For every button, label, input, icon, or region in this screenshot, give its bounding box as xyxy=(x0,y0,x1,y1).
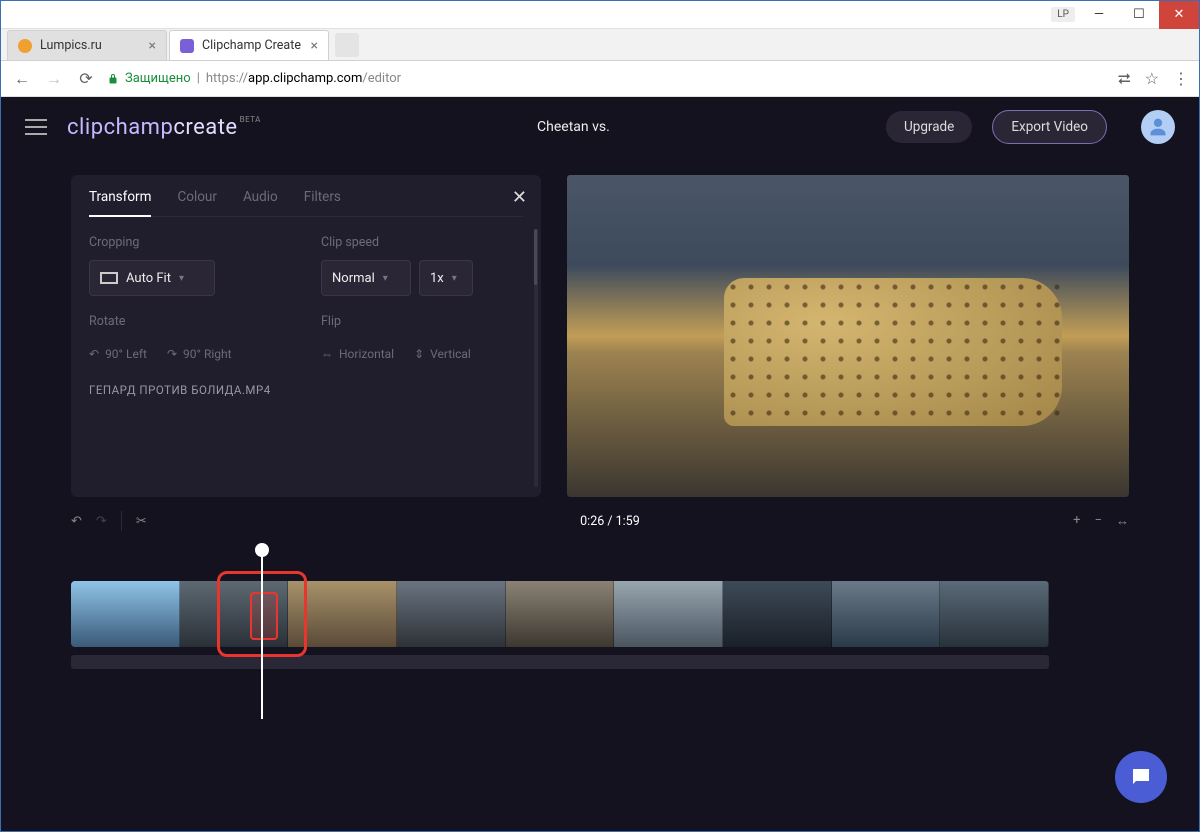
flip-horizontal-button[interactable]: ⇔ Horizontal xyxy=(321,347,394,361)
panel-tabs: Transform Colour Audio Filters xyxy=(89,189,523,217)
clip-filename: ГЕПАРД ПРОТИВ БОЛИДА.MP4 xyxy=(89,383,523,397)
back-button[interactable]: ← xyxy=(11,68,33,90)
favicon-icon xyxy=(18,39,32,53)
app-logo[interactable]: clipchampcreateBETA xyxy=(67,115,261,140)
tab-close-icon[interactable]: × xyxy=(149,38,156,54)
timeline-thumbnail[interactable] xyxy=(832,581,941,647)
timeline-thumbnail[interactable] xyxy=(397,581,506,647)
cropping-select[interactable]: Auto Fit ▾ xyxy=(89,260,215,296)
split-button[interactable]: ✂ xyxy=(136,514,147,529)
timeline-toolbar: ↶ ↷ ✂ 0:26 / 1:59 + − ↔ xyxy=(71,501,1129,541)
browser-tabbar: Lumpics.ru × Clipchamp Create × xyxy=(1,29,1199,61)
menu-icon[interactable]: ⋮ xyxy=(1173,69,1189,88)
clipspeed-select[interactable]: Normal ▾ xyxy=(321,260,411,296)
export-video-button[interactable]: Export Video xyxy=(992,110,1107,144)
timeline[interactable] xyxy=(71,561,1129,701)
translate-icon[interactable]: ⮂ xyxy=(1118,69,1131,89)
window-close-button[interactable]: ✕ xyxy=(1159,1,1199,29)
timeline-thumbnail[interactable] xyxy=(723,581,832,647)
track-lane[interactable] xyxy=(71,655,1049,669)
forward-button[interactable]: → xyxy=(43,68,65,90)
project-title[interactable]: Cheetan vs. xyxy=(537,119,610,135)
tab-filters[interactable]: Filters xyxy=(304,189,341,206)
url-field[interactable]: Защищено | https://app.clipchamp.com/edi… xyxy=(107,71,1108,86)
zoom-fit-button[interactable]: ↔ xyxy=(1116,513,1129,529)
timeline-thumbnail[interactable] xyxy=(71,581,180,647)
window-titlebar: LP — ☐ ✕ xyxy=(1,1,1199,29)
tab-title: Clipchamp Create xyxy=(202,38,301,53)
redo-button[interactable]: ↷ xyxy=(96,514,107,529)
rotate-left-button[interactable]: ↶ 90° Left xyxy=(89,347,147,361)
timeline-thumbnail[interactable] xyxy=(614,581,723,647)
window-maximize-button[interactable]: ☐ xyxy=(1119,1,1159,29)
browser-tab-active[interactable]: Clipchamp Create × xyxy=(169,30,329,60)
tab-colour[interactable]: Colour xyxy=(177,189,217,206)
url-text: https://app.clipchamp.com/editor xyxy=(206,71,401,86)
timeline-thumbnail[interactable] xyxy=(506,581,615,647)
app-header: clipchampcreateBETA Cheetan vs. Upgrade … xyxy=(1,97,1199,157)
user-avatar[interactable] xyxy=(1141,110,1175,144)
browser-tab[interactable]: Lumpics.ru × xyxy=(7,30,167,60)
clipspeed-label: Clip speed xyxy=(321,235,523,250)
video-preview[interactable] xyxy=(567,175,1129,497)
preview-frame xyxy=(567,175,1129,497)
clipspeed-mult-select[interactable]: 1x ▾ xyxy=(419,260,473,296)
tab-close-icon[interactable]: × xyxy=(311,38,318,54)
flip-label: Flip xyxy=(321,314,523,329)
zoom-in-button[interactable]: + xyxy=(1073,513,1080,529)
tab-transform[interactable]: Transform xyxy=(89,189,151,217)
chat-fab-button[interactable] xyxy=(1115,751,1167,803)
window-minimize-button[interactable]: — xyxy=(1079,1,1119,29)
window-badge: LP xyxy=(1051,7,1075,22)
playhead-knob[interactable] xyxy=(255,543,269,557)
tab-title: Lumpics.ru xyxy=(40,38,102,53)
cropping-label: Cropping xyxy=(89,235,291,250)
tab-audio[interactable]: Audio xyxy=(243,189,278,206)
workspace: ✕ Transform Colour Audio Filters Croppin… xyxy=(1,157,1199,497)
reload-button[interactable]: ⟳ xyxy=(75,68,97,90)
browser-window: LP — ☐ ✕ Lumpics.ru × Clipchamp Create ×… xyxy=(0,0,1200,832)
time-counter: 0:26 / 1:59 xyxy=(580,514,640,529)
timeline-area: ↶ ↷ ✂ 0:26 / 1:59 + − ↔ xyxy=(1,497,1199,701)
clipchamp-app: clipchampcreateBETA Cheetan vs. Upgrade … xyxy=(1,97,1199,831)
close-panel-button[interactable]: ✕ xyxy=(512,187,527,208)
rotate-right-button[interactable]: ↷ 90° Right xyxy=(167,347,232,361)
secure-label: Защищено xyxy=(125,71,191,86)
hamburger-icon[interactable] xyxy=(25,119,47,135)
chevron-down-icon: ▾ xyxy=(452,273,457,284)
chevron-down-icon: ▾ xyxy=(179,273,184,284)
timeline-thumbnail[interactable] xyxy=(940,581,1049,647)
upgrade-button[interactable]: Upgrade xyxy=(886,111,972,143)
lock-icon xyxy=(107,73,119,85)
favicon-icon xyxy=(180,39,194,53)
rotate-label: Rotate xyxy=(89,314,291,329)
autofit-icon xyxy=(100,272,118,284)
playhead[interactable] xyxy=(261,549,263,719)
zoom-out-button[interactable]: − xyxy=(1095,513,1102,529)
chevron-down-icon: ▾ xyxy=(383,273,388,284)
chat-icon xyxy=(1129,765,1153,789)
new-tab-button[interactable] xyxy=(335,33,359,57)
flip-vertical-button[interactable]: ⇕ Vertical xyxy=(414,347,471,361)
undo-button[interactable]: ↶ xyxy=(71,514,82,529)
properties-panel: ✕ Transform Colour Audio Filters Croppin… xyxy=(71,175,541,497)
browser-address-bar: ← → ⟳ Защищено | https://app.clipchamp.c… xyxy=(1,61,1199,97)
panel-scrollbar[interactable] xyxy=(534,229,538,487)
bookmark-icon[interactable]: ☆ xyxy=(1145,69,1159,88)
